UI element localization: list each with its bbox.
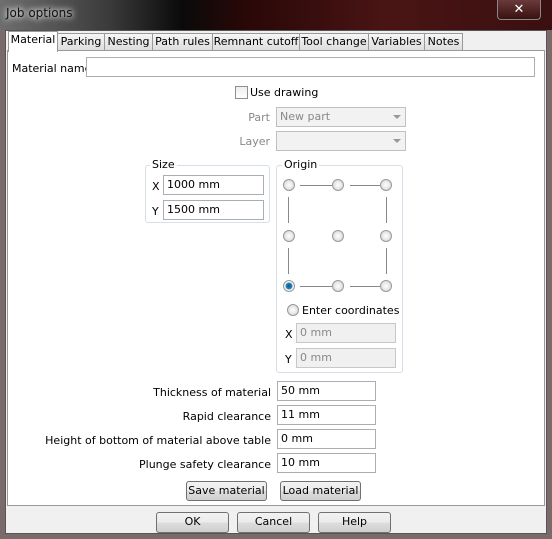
origin-line: [300, 286, 332, 287]
origin-x-label: X: [285, 328, 293, 341]
origin-middle-left-radio[interactable]: [283, 230, 295, 242]
tab-variables[interactable]: Variables: [368, 33, 425, 51]
rapid-clearance-label: Rapid clearance: [182, 410, 271, 423]
use-drawing-checkbox[interactable]: [235, 86, 248, 99]
origin-y-label: Y: [285, 353, 292, 366]
tab-nesting[interactable]: Nesting: [104, 33, 153, 51]
origin-line: [288, 197, 289, 223]
material-name-label: Material name: [12, 62, 92, 75]
size-x-label: X: [152, 180, 160, 193]
origin-top-center-radio[interactable]: [332, 179, 344, 191]
thickness-input[interactable]: 50 mm: [277, 381, 376, 401]
layer-label: Layer: [239, 135, 270, 148]
title-bar[interactable]: [0, 0, 552, 30]
enter-coordinates-radio[interactable]: [287, 304, 299, 316]
origin-line: [386, 197, 387, 223]
material-name-input[interactable]: [86, 57, 535, 77]
use-drawing-label: Use drawing: [250, 86, 319, 99]
tab-remnant-cutoff[interactable]: Remnant cutoff: [212, 33, 300, 51]
thickness-label: Thickness of material: [153, 386, 271, 399]
chevron-down-icon: [393, 115, 401, 119]
size-legend: Size: [150, 158, 177, 171]
origin-x-input[interactable]: 0 mm: [296, 323, 396, 343]
origin-center-radio[interactable]: [332, 230, 344, 242]
tab-tool-change[interactable]: Tool change: [299, 33, 369, 51]
close-icon[interactable]: ✕: [497, 0, 541, 20]
tab-notes[interactable]: Notes: [424, 33, 463, 51]
origin-middle-right-radio[interactable]: [380, 230, 392, 242]
cancel-button[interactable]: Cancel: [237, 512, 310, 533]
origin-top-right-radio[interactable]: [380, 179, 392, 191]
size-y-label: Y: [152, 205, 159, 218]
origin-line: [350, 286, 380, 287]
part-label: Part: [248, 111, 270, 124]
chevron-down-icon: [393, 139, 401, 143]
save-material-button[interactable]: Save material: [186, 481, 267, 501]
part-value: New part: [280, 110, 331, 123]
tab-path-rules[interactable]: Path rules: [152, 33, 213, 51]
tab-material[interactable]: Material: [8, 31, 58, 52]
part-select[interactable]: New part: [276, 107, 406, 127]
height-above-table-label: Height of bottom of material above table: [45, 434, 271, 447]
tab-parking[interactable]: Parking: [57, 33, 105, 51]
size-x-input[interactable]: 1000 mm: [163, 175, 264, 195]
origin-line: [386, 248, 387, 274]
size-y-input[interactable]: 1500 mm: [163, 200, 264, 220]
height-above-table-input[interactable]: 0 mm: [277, 429, 376, 449]
window-title: Job options: [6, 6, 73, 20]
origin-line: [300, 185, 332, 186]
origin-bottom-right-radio[interactable]: [380, 280, 392, 292]
load-material-button[interactable]: Load material: [280, 481, 361, 501]
help-button[interactable]: Help: [318, 512, 391, 533]
plunge-clearance-label: Plunge safety clearance: [139, 458, 271, 471]
origin-legend: Origin: [282, 158, 320, 171]
rapid-clearance-input[interactable]: 11 mm: [277, 405, 376, 425]
layer-select[interactable]: [276, 131, 406, 151]
ok-button[interactable]: OK: [156, 512, 229, 533]
enter-coordinates-label: Enter coordinates: [302, 304, 400, 317]
origin-line: [288, 248, 289, 274]
origin-bottom-left-radio[interactable]: [283, 280, 295, 292]
origin-y-input[interactable]: 0 mm: [296, 348, 396, 368]
origin-bottom-center-radio[interactable]: [332, 280, 344, 292]
origin-line: [350, 185, 380, 186]
origin-top-left-radio[interactable]: [283, 179, 295, 191]
plunge-clearance-input[interactable]: 10 mm: [277, 453, 376, 473]
